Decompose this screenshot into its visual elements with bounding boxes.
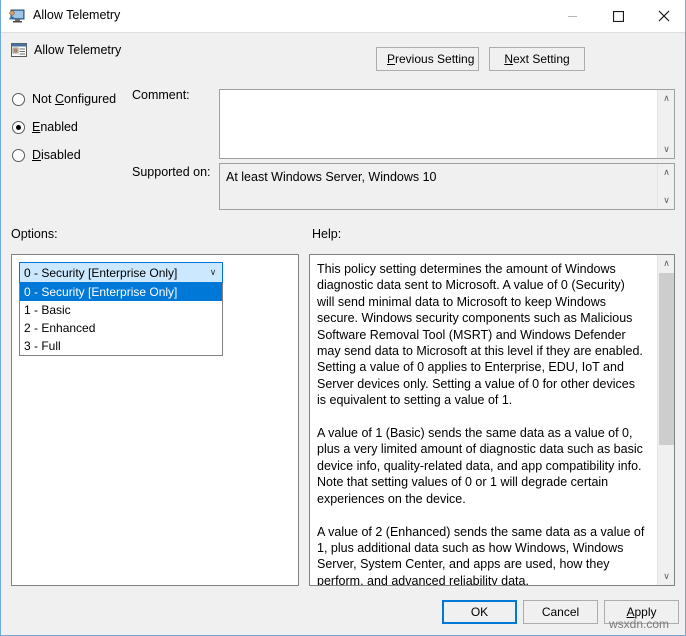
- cancel-button[interactable]: Cancel: [523, 600, 598, 624]
- supported-on-label: Supported on:: [132, 165, 211, 179]
- options-panel: 0 - Security [Enterprise Only] ∨ 0 - Sec…: [11, 254, 299, 586]
- radio-enabled[interactable]: Enabled: [12, 118, 78, 136]
- telemetry-level-combobox[interactable]: 0 - Security [Enterprise Only] ∨ 0 - Sec…: [19, 262, 223, 356]
- next-accel: N: [504, 52, 513, 66]
- radio-disabled[interactable]: Disabled: [12, 146, 81, 164]
- allow-telemetry-dialog: Allow Telemetry Allow Telemetry Previous…: [0, 0, 686, 636]
- radio-not-configured-mark: [12, 92, 25, 106]
- combobox-option[interactable]: 1 - Basic: [20, 301, 222, 319]
- previous-accel: P: [387, 52, 396, 66]
- supported-on-value: At least Windows Server, Windows 10: [226, 170, 437, 184]
- combobox-option[interactable]: 3 - Full: [20, 337, 222, 355]
- chevron-down-icon[interactable]: ∨: [204, 267, 222, 278]
- radio-not-configured-label: Not Configured: [32, 92, 117, 106]
- comment-input[interactable]: ∧ ∨: [219, 89, 675, 159]
- accel-char: C: [54, 92, 64, 106]
- combobox-selected-value: 0 - Security [Enterprise Only]: [24, 265, 178, 280]
- help-label: Help:: [312, 227, 342, 241]
- supported-on-field: At least Windows Server, Windows 10 ∧ ∨: [219, 163, 675, 210]
- scroll-up-icon[interactable]: ∧: [658, 255, 674, 272]
- comment-label: Comment:: [132, 88, 190, 102]
- watermark: wsxdn.com: [609, 617, 670, 631]
- combobox-option[interactable]: 2 - Enhanced: [20, 319, 222, 337]
- options-label: Options:: [11, 227, 58, 241]
- close-button[interactable]: [641, 0, 685, 32]
- radio-disabled-mark: [12, 148, 25, 162]
- accel-char: D: [32, 148, 42, 162]
- accel-char: E: [32, 120, 41, 134]
- radio-disabled-label: Disabled: [32, 148, 81, 162]
- scroll-up-icon[interactable]: ∧: [658, 164, 674, 181]
- scroll-down-icon[interactable]: ∨: [658, 141, 674, 158]
- next-setting-button[interactable]: Next Setting: [489, 47, 585, 71]
- previous-setting-button[interactable]: Previous Setting: [376, 47, 479, 71]
- help-panel: This policy setting determines the amoun…: [309, 254, 675, 586]
- scroll-up-icon[interactable]: ∧: [658, 90, 674, 107]
- minimize-button[interactable]: [549, 0, 595, 32]
- supported-on-scrollbar[interactable]: ∧ ∨: [657, 164, 674, 209]
- policy-setting-icon: [8, 7, 26, 25]
- close-icon: [658, 10, 670, 22]
- comment-scrollbar[interactable]: ∧ ∨: [657, 90, 674, 158]
- ok-button[interactable]: OK: [442, 600, 517, 624]
- title-bar: Allow Telemetry: [1, 0, 685, 33]
- help-scrollbar[interactable]: ∧ ∨: [657, 255, 674, 585]
- combobox-option[interactable]: 0 - Security [Enterprise Only]: [20, 283, 222, 301]
- minimize-icon: [567, 15, 577, 17]
- radio-enabled-label: Enabled: [32, 120, 78, 134]
- setting-title: Allow Telemetry: [34, 43, 122, 57]
- radio-enabled-mark: [12, 120, 25, 134]
- help-text: This policy setting determines the amoun…: [317, 262, 645, 586]
- help-scrollbar-thumb[interactable]: [659, 273, 674, 445]
- window-title: Allow Telemetry: [33, 8, 121, 22]
- scroll-down-icon[interactable]: ∨: [658, 568, 674, 585]
- combobox-display[interactable]: 0 - Security [Enterprise Only] ∨: [19, 262, 223, 283]
- maximize-button[interactable]: [595, 0, 641, 32]
- maximize-icon: [612, 10, 624, 22]
- scroll-down-icon[interactable]: ∨: [658, 192, 674, 209]
- radio-not-configured[interactable]: Not Configured: [12, 90, 116, 108]
- combobox-dropdown-list[interactable]: 0 - Security [Enterprise Only] 1 - Basic…: [19, 283, 223, 356]
- policy-editor-icon: [10, 41, 28, 59]
